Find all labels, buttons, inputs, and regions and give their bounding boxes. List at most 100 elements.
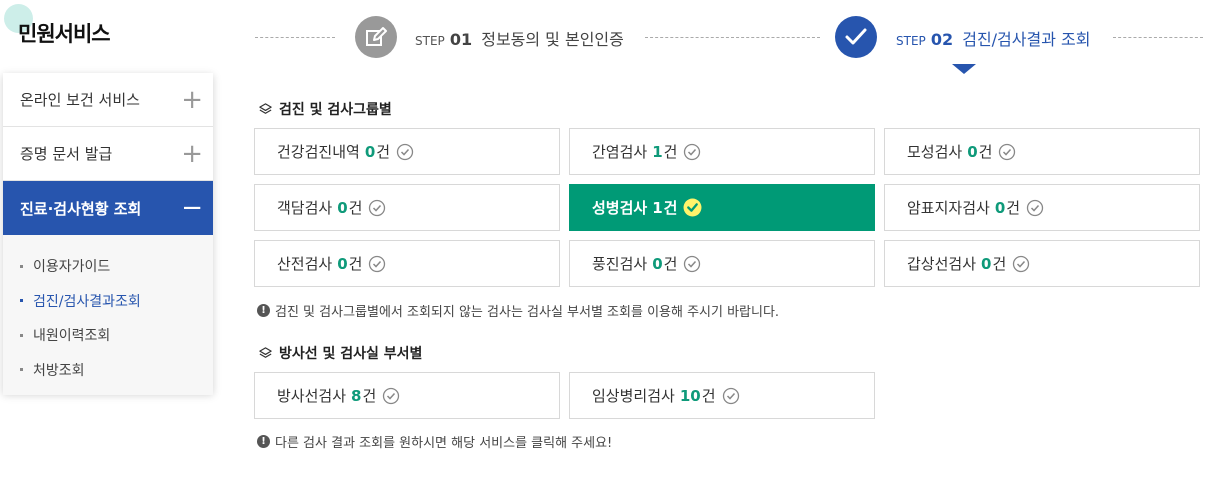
bullet-icon	[20, 299, 23, 303]
layers-icon	[259, 346, 272, 358]
submenu-label: 이용자가이드	[33, 259, 111, 276]
exam-label: 방사선검사	[277, 387, 347, 405]
exam-unit: 건	[992, 255, 1007, 273]
exam-unit: 건	[663, 143, 678, 161]
check-circle-icon	[1012, 255, 1030, 273]
exam-label: 암표지자검사	[907, 199, 990, 217]
step-divider	[645, 37, 820, 38]
step2-circle	[835, 16, 877, 58]
exam-count: 0	[967, 142, 978, 161]
exam-label: 간염검사	[592, 143, 648, 161]
check-circle-icon	[683, 143, 701, 161]
exam-card-maternal[interactable]: 모성검사 0 건	[884, 128, 1200, 175]
notice-text: 검진 및 검사그룹별에서 조회되지 않는 검사는 검사실 부서별 조회를 이용해…	[275, 305, 780, 320]
exclamation-icon: !	[257, 304, 270, 317]
sidebar-title: 민원서비스	[18, 22, 111, 46]
exam-card-health-checkup[interactable]: 건강검진내역 0 건	[254, 128, 560, 175]
exam-label: 객담검사	[277, 199, 333, 217]
notice-text: 다른 검사 결과 조회를 원하시면 해당 서비스를 클릭해 주세요!	[275, 436, 613, 451]
layers-icon	[259, 102, 272, 114]
exam-label: 건강검진내역	[277, 143, 360, 161]
exam-card-clinical-pathology[interactable]: 임상병리검사 10 건	[569, 372, 875, 419]
submenu-item-prescription[interactable]: 처방조회	[3, 353, 213, 388]
submenu-item-visit-history[interactable]: 내원이력조회	[3, 318, 213, 353]
bullet-icon	[20, 264, 23, 268]
exam-label: 임상병리검사	[592, 387, 675, 405]
step-number: 02	[930, 30, 954, 49]
exam-count: 0	[337, 254, 348, 273]
exclamation-icon: !	[257, 435, 270, 448]
exam-unit: 건	[376, 143, 391, 161]
exam-card-prenatal[interactable]: 산전검사 0 건	[254, 240, 560, 287]
check-circle-filled-icon	[683, 198, 702, 217]
check-circle-icon	[683, 255, 701, 273]
exam-unit: 건	[1006, 199, 1021, 217]
exam-label: 갑상선검사	[907, 255, 977, 273]
expand-plus-icon[interactable]: +	[181, 141, 203, 167]
step-divider	[1113, 37, 1203, 38]
step1-circle	[355, 16, 397, 58]
exam-count: 0	[981, 254, 992, 273]
check-circle-icon	[1026, 199, 1044, 217]
exam-count: 0	[364, 142, 376, 161]
notice-other-services: ! 다른 검사 결과 조회를 원하시면 해당 서비스를 클릭해 주세요!	[257, 432, 612, 451]
exam-count: 10	[679, 386, 701, 405]
exam-unit: 건	[663, 199, 678, 217]
check-circle-icon	[722, 387, 740, 405]
sidebar: 온라인 보건 서비스 + 증명 문서 발급 + 진료·검사현황 조회 − 이용자…	[3, 73, 213, 395]
exam-count: 0	[337, 198, 348, 217]
step-word: STEP	[415, 34, 445, 48]
submenu-item-user-guide[interactable]: 이용자가이드	[3, 249, 213, 284]
current-step-arrow-icon	[952, 64, 976, 74]
check-circle-icon	[396, 143, 414, 161]
exam-unit: 건	[348, 199, 363, 217]
step-text: 검진/검사결과 조회	[962, 30, 1091, 49]
bullet-icon	[20, 333, 23, 337]
step-word: STEP	[896, 34, 926, 48]
submenu-label: 처방조회	[33, 362, 85, 379]
notice-exam-groups: ! 검진 및 검사그룹별에서 조회되지 않는 검사는 검사실 부서별 조회를 이…	[257, 301, 779, 320]
collapse-minus-icon[interactable]: −	[181, 195, 203, 221]
exam-unit: 건	[701, 387, 716, 405]
exam-card-hepatitis[interactable]: 간염검사 1 건	[569, 128, 875, 175]
check-circle-icon	[382, 387, 400, 405]
exam-card-std-selected[interactable]: 성병검사 1 건	[569, 184, 875, 231]
menu-item-certificate[interactable]: 증명 문서 발급 +	[3, 127, 213, 181]
step-divider	[255, 37, 335, 38]
menu-item-label: 진료·검사현황 조회	[20, 199, 142, 218]
exam-card-thyroid[interactable]: 갑상선검사 0 건	[884, 240, 1200, 287]
submenu-item-exam-results[interactable]: 검진/검사결과조회	[3, 284, 213, 319]
exam-label: 모성검사	[907, 143, 963, 161]
exam-count: 8	[351, 386, 362, 405]
check-circle-icon	[368, 199, 386, 217]
section-title-text: 방사선 및 검사실 부서별	[279, 346, 423, 362]
step-text: 정보동의 및 본인인증	[481, 30, 624, 49]
check-circle-icon	[368, 255, 386, 273]
exam-card-radiology[interactable]: 방사선검사 8 건	[254, 372, 560, 419]
check-circle-icon	[998, 143, 1016, 161]
exam-card-sputum[interactable]: 객담검사 0 건	[254, 184, 560, 231]
section-title-text: 검진 및 검사그룹별	[279, 102, 392, 118]
exam-unit: 건	[663, 255, 678, 273]
exam-card-tumor-marker[interactable]: 암표지자검사 0 건	[884, 184, 1200, 231]
step2-label: STEP 02 검진/검사결과 조회	[896, 26, 1090, 50]
expand-plus-icon[interactable]: +	[181, 87, 203, 113]
section-title-departments: 방사선 및 검사실 부서별	[258, 343, 422, 363]
submenu-label: 검진/검사결과조회	[33, 293, 141, 310]
submenu-label: 내원이력조회	[33, 328, 111, 345]
exam-unit: 건	[348, 255, 363, 273]
exam-unit: 건	[978, 143, 993, 161]
menu-item-label: 증명 문서 발급	[20, 145, 113, 163]
edit-icon	[366, 27, 387, 46]
exam-card-rubella[interactable]: 풍진검사 0 건	[569, 240, 875, 287]
exam-label: 성병검사	[592, 199, 648, 217]
exam-unit: 건	[362, 387, 377, 405]
exam-label: 산전검사	[277, 255, 333, 273]
exam-count: 1	[652, 198, 663, 217]
menu-item-online-health[interactable]: 온라인 보건 서비스 +	[3, 73, 213, 127]
exam-count: 1	[652, 142, 663, 161]
bullet-icon	[20, 368, 23, 372]
menu-item-exam-status[interactable]: 진료·검사현황 조회 −	[3, 181, 213, 235]
exam-label: 풍진검사	[592, 255, 648, 273]
menu-item-label: 온라인 보건 서비스	[20, 91, 140, 109]
